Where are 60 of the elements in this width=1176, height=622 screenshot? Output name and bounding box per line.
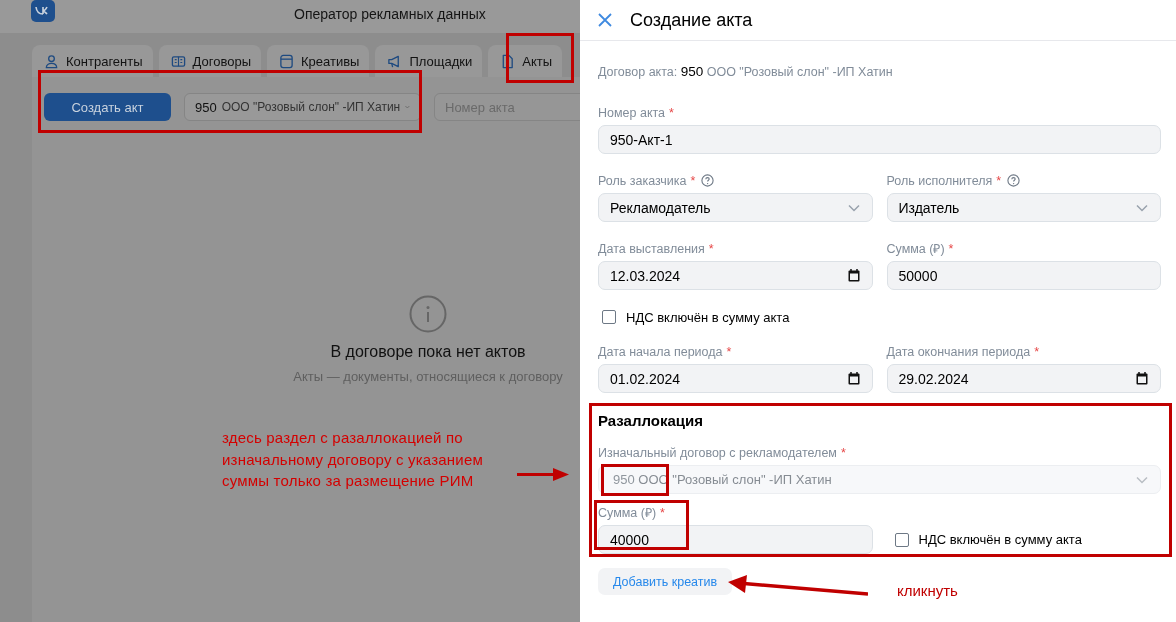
annotation-note: кликнуть [897, 582, 958, 599]
document-icon [500, 53, 516, 69]
empty-title: В договоре пока нет актов [330, 343, 526, 361]
chevron-icon [1136, 203, 1148, 212]
person-icon [44, 53, 59, 69]
annotation-note: здесь раздел с разаллокацией по изначальному договору с указанием суммы только за размещение РИМ [222, 428, 483, 491]
tab[interactable]: Креативы [267, 45, 370, 77]
chevron-icon [1136, 475, 1148, 484]
field-label: Номер акта [598, 105, 666, 120]
required-mark: * [660, 505, 665, 520]
field-label: Дата начала периода [598, 344, 723, 359]
text-field[interactable]: 40000 [598, 525, 873, 554]
required-mark: * [948, 241, 954, 256]
checkbox[interactable] [894, 532, 909, 547]
book-icon [170, 53, 186, 69]
required-mark: * [996, 173, 1002, 188]
drawer-title: Создание акта [630, 9, 753, 31]
calendar-icon [847, 269, 860, 282]
field-label: Роль исполнителя [886, 173, 993, 188]
text-field[interactable]: 50000 [886, 261, 1161, 290]
date-field[interactable]: 12.03.2024 [598, 261, 873, 290]
tab[interactable]: Договоры [158, 45, 261, 77]
select-field[interactable]: Издатель [886, 193, 1161, 222]
field-label: Сумма (₽) [598, 505, 657, 521]
contract-info: Договор акта: 950 ООО "Розовый слон" -ИП Хатин [598, 64, 894, 80]
section-title: Разаллокация [598, 412, 704, 429]
tab[interactable]: Контрагенты [32, 45, 153, 77]
date-field[interactable]: 01.02.2024 [598, 364, 873, 393]
chevron-icon [847, 203, 860, 212]
field-label: Изначальный договор с рекламодателем [598, 445, 837, 460]
highlight-frame [506, 33, 574, 83]
field-label: Роль заказчика [598, 173, 687, 188]
required-mark: * [840, 445, 846, 460]
date-field[interactable]: 29.02.2024 [886, 364, 1161, 393]
required-mark: * [690, 173, 696, 188]
tab[interactable]: Акты [488, 45, 563, 77]
chevron-icon [405, 103, 410, 111]
info-icon [409, 295, 447, 333]
create-act-button[interactable]: Создать акт [44, 93, 171, 121]
logo-icon [31, 0, 55, 22]
calendar-icon [1136, 372, 1148, 385]
select-field[interactable]: Рекламодатель [598, 193, 873, 222]
calendar-icon [847, 372, 860, 385]
tab[interactable]: Площадки [375, 45, 483, 77]
checkbox-label[interactable]: НДС включён в сумму акта [918, 532, 1082, 547]
required-mark: * [1034, 344, 1040, 359]
required-mark: * [708, 241, 714, 256]
checkbox[interactable] [602, 310, 616, 324]
text-field[interactable]: 950-Акт-1 [598, 125, 1161, 154]
required-mark: * [669, 105, 674, 120]
field-label: Дата выставления [598, 241, 705, 256]
field-label: Дата окончания периода [886, 344, 1031, 359]
arrow [517, 467, 569, 481]
required-mark: * [726, 344, 732, 359]
field-label: Сумма (₽) [886, 241, 945, 257]
app-title: Оператор рекламных данных [294, 6, 486, 22]
checkbox-label[interactable]: НДС включён в сумму акта [626, 309, 790, 325]
contract-select[interactable]: 950 ООО "Розовый слон" -ИП Хатин [184, 93, 421, 121]
window-icon [279, 53, 294, 69]
close-icon[interactable] [598, 13, 612, 27]
